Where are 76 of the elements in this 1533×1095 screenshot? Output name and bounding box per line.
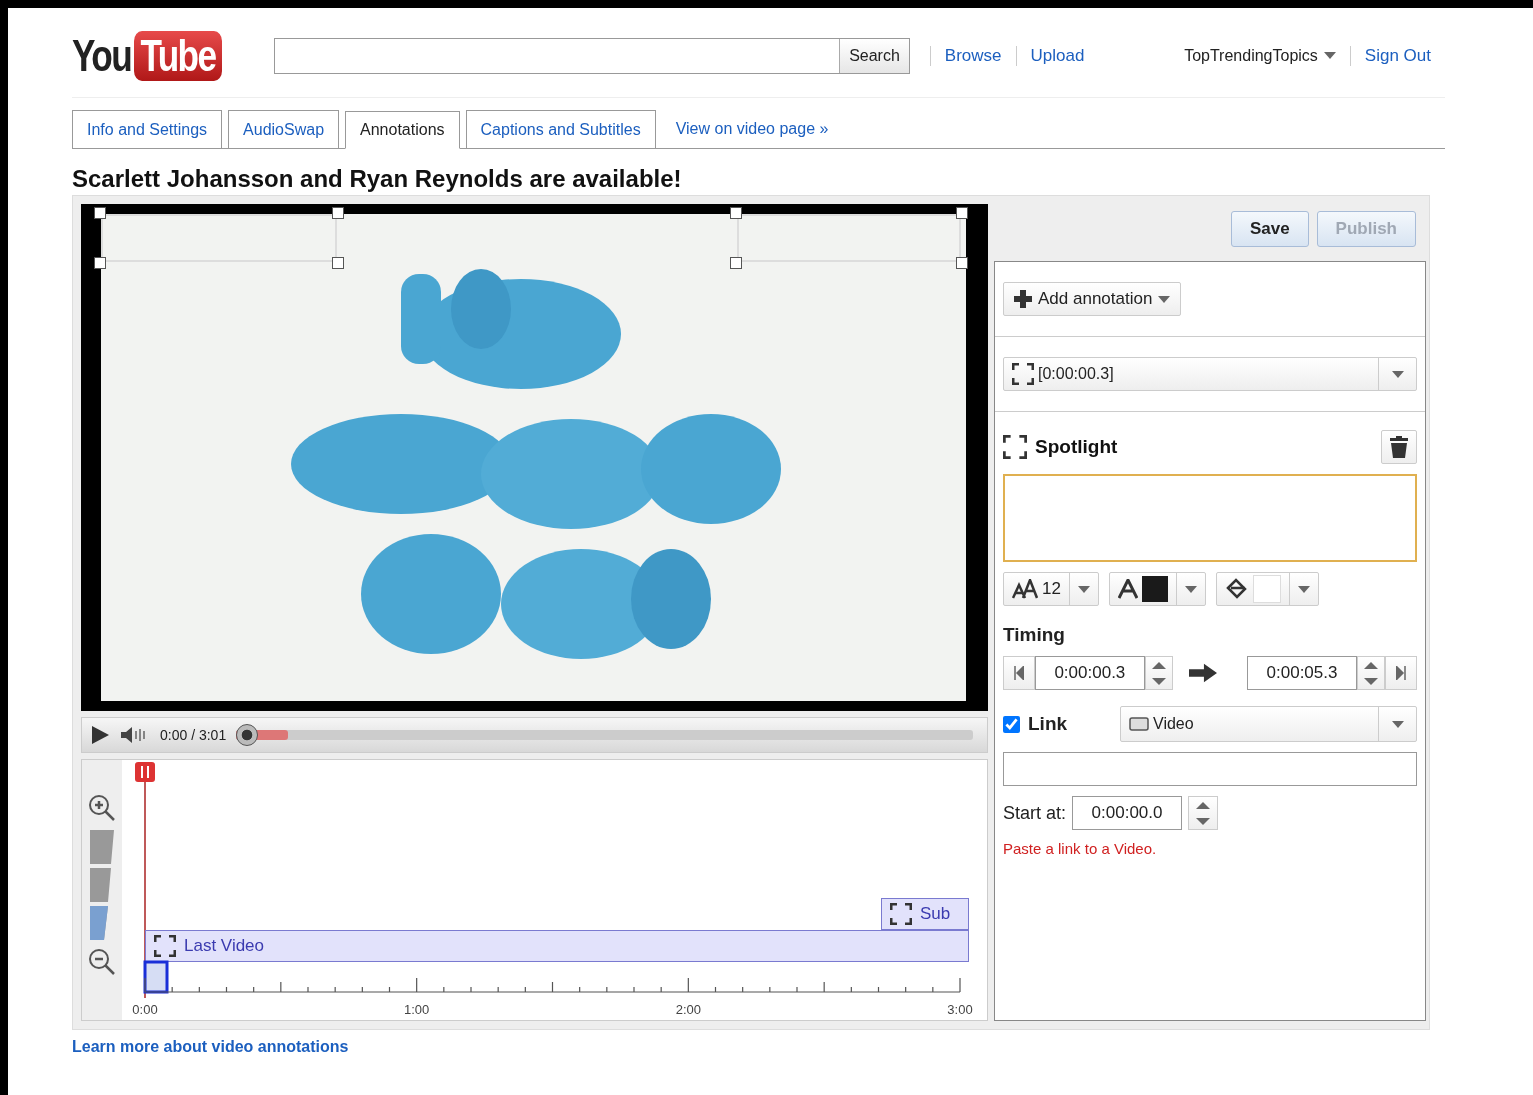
tab[interactable]: Info and Settings <box>72 110 223 148</box>
video-icon <box>1129 717 1149 731</box>
plus-icon <box>1014 290 1032 308</box>
skip-forward-icon <box>1396 666 1407 680</box>
annotation-type: Spotlight <box>1035 436 1118 458</box>
timing-label: Timing <box>1003 624 1066 646</box>
font-size-icon <box>1012 579 1038 599</box>
down-arrow-icon[interactable] <box>1364 677 1379 685</box>
caret-icon <box>1077 585 1090 593</box>
font-size-picker[interactable]: 12 <box>1003 572 1099 606</box>
text-color-picker[interactable] <box>1108 572 1206 606</box>
sign-out-link[interactable]: Sign Out <box>1349 45 1445 66</box>
annotation-text-field[interactable] <box>1003 474 1417 562</box>
tab[interactable]: AudioSwap <box>228 110 340 148</box>
link-checkbox[interactable] <box>1003 715 1020 733</box>
caret-icon <box>1297 585 1310 593</box>
jump-end-button[interactable] <box>1385 656 1417 690</box>
tab[interactable]: Annotations <box>345 111 460 149</box>
annotation-dropdown[interactable]: [0:00:00.3] <box>1003 357 1417 391</box>
spotlight-icon <box>1003 435 1027 459</box>
add-annotation-button[interactable]: Add annotation <box>1003 282 1182 316</box>
time-display: 0:00 / 3:01 <box>160 727 227 743</box>
jump-start-button[interactable] <box>1003 656 1035 690</box>
annotation-bar[interactable]: Last Video <box>145 930 969 962</box>
nav-link[interactable]: Browse <box>929 45 1016 66</box>
tab[interactable]: Captions and Subtitles <box>465 110 656 148</box>
end-time-field[interactable]: 0:00:05.3 <box>1247 656 1357 690</box>
annotation-label: Last Video <box>184 936 265 956</box>
start-at-label: Start at: <box>1003 802 1067 824</box>
caret-icon <box>1158 295 1171 303</box>
caret-icon <box>1391 370 1404 378</box>
nav-link[interactable]: Upload <box>1015 45 1099 66</box>
action-button[interactable]: Save <box>1230 211 1309 247</box>
link-url-field[interactable] <box>1003 752 1417 786</box>
down-arrow-icon[interactable] <box>1196 817 1211 825</box>
right-arrow-icon <box>1189 663 1217 683</box>
down-arrow-icon[interactable] <box>1151 677 1166 685</box>
spotlight-icon <box>154 935 176 957</box>
zoom-out-icon[interactable] <box>87 946 117 977</box>
spotlight-icon <box>1012 363 1034 385</box>
font-size-value: 12 <box>1042 579 1061 599</box>
spotlight-icon <box>890 903 912 925</box>
link-start-field[interactable]: 0:00:00.0 <box>1072 796 1183 830</box>
color-swatch <box>1141 576 1168 602</box>
tick-label: 1:00 <box>404 1002 430 1017</box>
spotlight-box[interactable] <box>94 207 344 269</box>
search-button[interactable]: Search <box>839 38 909 73</box>
trash-icon <box>1390 436 1408 458</box>
caret-icon <box>1323 52 1336 59</box>
tick-label: 2:00 <box>675 1002 701 1017</box>
account-menu[interactable]: TopTrendingTopics <box>1184 46 1350 65</box>
caret-icon <box>1391 720 1404 728</box>
search-field[interactable]: Search <box>273 37 910 74</box>
up-arrow-icon[interactable] <box>1151 661 1166 669</box>
start-time-field[interactable]: 0:00:00.3 <box>1034 656 1145 690</box>
tick-label: 3:00 <box>947 1002 973 1017</box>
background-color-picker[interactable] <box>1215 572 1319 606</box>
up-arrow-icon[interactable] <box>1364 661 1379 669</box>
tick-label: 0:00 <box>132 1002 158 1017</box>
delete-button[interactable] <box>1381 430 1417 464</box>
play-icon[interactable] <box>90 725 110 745</box>
link-type-dropdown[interactable]: Video <box>1120 706 1417 742</box>
annotation-bar[interactable]: Sub <box>881 898 969 930</box>
video-title: Scarlett Johansson and Ryan Reynolds are available! <box>72 165 683 193</box>
text-color-icon <box>1117 579 1138 599</box>
view-on-video-page-link[interactable]: View on video page » <box>661 120 843 138</box>
color-swatch <box>1252 575 1281 603</box>
annotation-label: Sub <box>920 904 951 924</box>
learn-more-link[interactable]: Learn more about video annotations <box>72 1038 349 1056</box>
link-label: Link <box>1028 713 1069 735</box>
spotlight-box[interactable] <box>730 207 968 269</box>
up-arrow-icon[interactable] <box>1196 801 1211 809</box>
seek-handle[interactable] <box>236 724 259 746</box>
skip-back-icon <box>1013 666 1024 680</box>
caret-icon <box>1184 585 1197 593</box>
error-hint: Paste a link to a Video. <box>1003 840 1158 857</box>
